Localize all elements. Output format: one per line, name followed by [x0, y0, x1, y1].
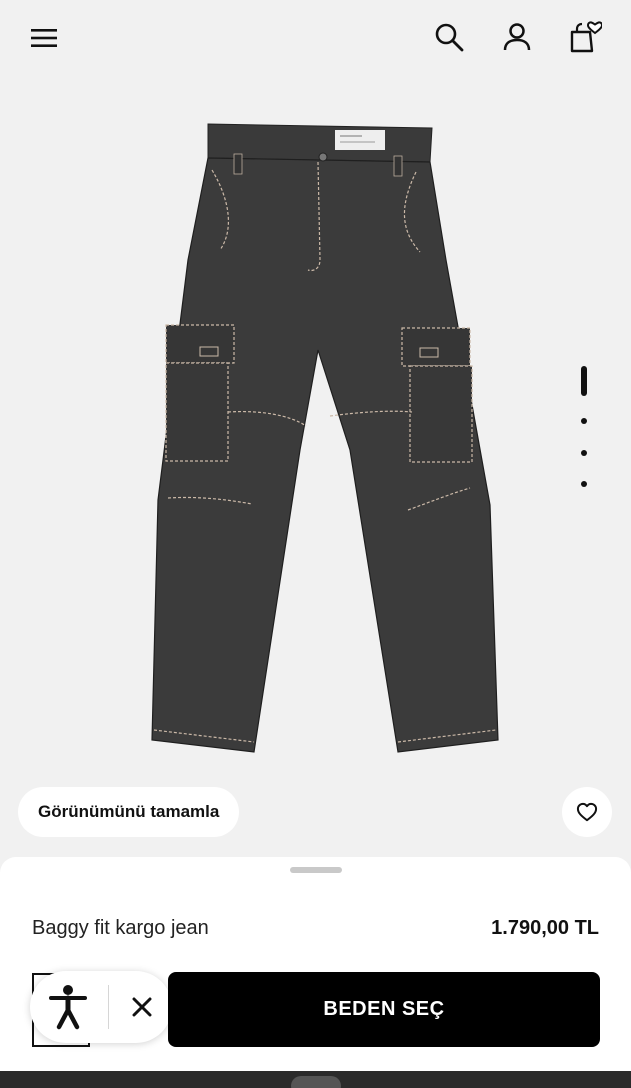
pager-dot[interactable] — [581, 418, 587, 424]
pager-dot[interactable] — [581, 481, 587, 487]
product-bottom-sheet: Baggy fit kargo jean 1.790,00 TL BEDEN S… — [0, 857, 631, 1088]
accessibility-divider — [108, 985, 109, 1029]
accessibility-close-button[interactable] — [118, 983, 166, 1031]
search-button[interactable] — [432, 20, 466, 54]
sheet-drag-handle[interactable] — [290, 867, 342, 873]
product-price: 1.790,00 TL — [491, 917, 599, 939]
bag-button[interactable] — [566, 18, 604, 56]
wishlist-button[interactable] — [562, 787, 612, 837]
search-icon — [435, 23, 464, 52]
pager-indicator-active[interactable] — [581, 366, 587, 396]
select-size-button[interactable]: BEDEN SEÇ — [168, 972, 600, 1047]
product-name: Baggy fit kargo jean — [32, 917, 209, 939]
shopping-bag-heart-icon — [570, 21, 602, 53]
accessibility-person-icon — [49, 985, 87, 1030]
heart-icon — [576, 802, 598, 822]
menu-button[interactable] — [28, 22, 60, 54]
home-indicator[interactable] — [291, 1076, 341, 1088]
user-icon — [503, 23, 531, 51]
hamburger-menu-icon — [31, 29, 57, 47]
pager-dot[interactable] — [581, 450, 587, 456]
accessibility-widget — [30, 971, 172, 1043]
accessibility-button[interactable] — [38, 977, 98, 1037]
complete-look-button[interactable]: Görünümünü tamamla — [18, 787, 240, 837]
product-image[interactable] — [130, 110, 510, 770]
system-navigation-bar — [0, 1071, 631, 1088]
image-pager[interactable] — [572, 366, 596, 496]
top-bar — [0, 0, 631, 76]
account-button[interactable] — [500, 20, 534, 54]
close-icon — [132, 997, 152, 1017]
